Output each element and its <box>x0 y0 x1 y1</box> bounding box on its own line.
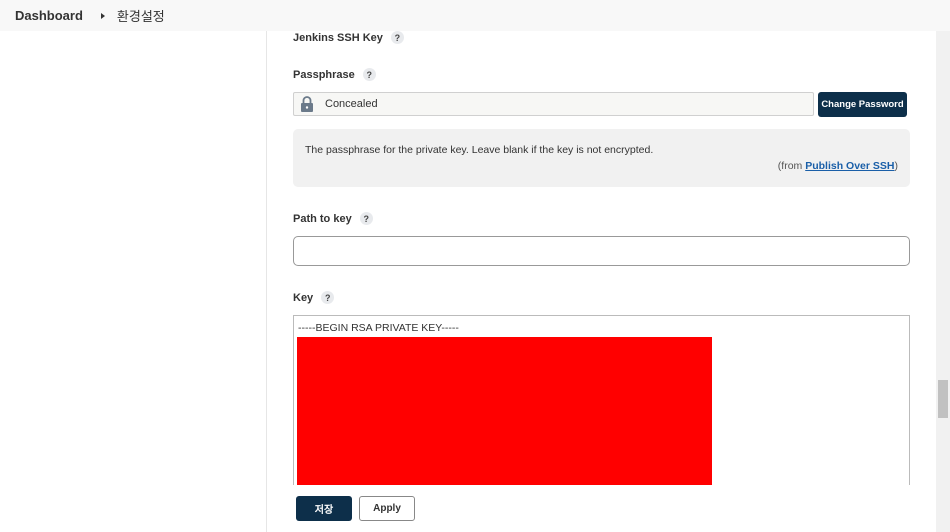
passphrase-value: Concealed <box>325 98 378 110</box>
form-action-bar: 저장 Apply <box>268 485 936 532</box>
redacted-key-block <box>297 337 712 495</box>
path-to-key-label-row: Path to key ? <box>293 212 373 225</box>
save-button[interactable]: 저장 <box>296 496 352 521</box>
path-to-key-label: Path to key <box>293 212 352 225</box>
breadcrumb-dashboard-link[interactable]: Dashboard <box>15 8 83 23</box>
passphrase-label: Passphrase <box>293 68 355 81</box>
caret-right-icon[interactable] <box>100 12 105 19</box>
help-source-prefix: (from <box>777 160 806 172</box>
help-icon[interactable]: ? <box>362 68 376 81</box>
key-begin-line: -----BEGIN RSA PRIVATE KEY----- <box>298 322 459 334</box>
lock-icon <box>294 93 320 115</box>
jenkins-ssh-key-label: Jenkins SSH Key <box>293 31 383 44</box>
apply-button[interactable]: Apply <box>359 496 415 521</box>
key-label: Key <box>293 291 314 304</box>
change-password-button[interactable]: Change Password <box>818 92 907 117</box>
passphrase-help-box: The passphrase for the private key. Leav… <box>293 129 910 187</box>
path-to-key-input[interactable] <box>293 236 910 266</box>
passphrase-help-text: The passphrase for the private key. Leav… <box>305 144 654 156</box>
scrollbar-thumb[interactable] <box>938 380 948 418</box>
scrollbar[interactable] <box>936 31 950 532</box>
sidebar <box>0 31 267 532</box>
breadcrumb-current[interactable]: 환경설정 <box>117 6 165 25</box>
jenkins-ssh-key-label-row: Jenkins SSH Key ? <box>293 31 404 44</box>
breadcrumb: Dashboard 환경설정 <box>0 0 950 31</box>
config-form: Jenkins SSH Key ? Passphrase ? Concealed… <box>268 31 936 532</box>
key-label-row: Key ? <box>293 291 335 304</box>
help-icon[interactable]: ? <box>321 291 335 304</box>
key-textarea[interactable]: -----BEGIN RSA PRIVATE KEY----- <box>293 315 910 495</box>
help-source-suffix: ) <box>894 160 899 172</box>
passphrase-label-row: Passphrase ? <box>293 68 376 81</box>
help-icon[interactable]: ? <box>359 212 373 225</box>
help-source: (from Publish Over SSH) <box>778 160 898 172</box>
help-icon[interactable]: ? <box>390 31 404 44</box>
passphrase-field[interactable]: Concealed <box>293 92 814 116</box>
publish-over-ssh-link[interactable]: Publish Over SSH <box>805 160 894 172</box>
